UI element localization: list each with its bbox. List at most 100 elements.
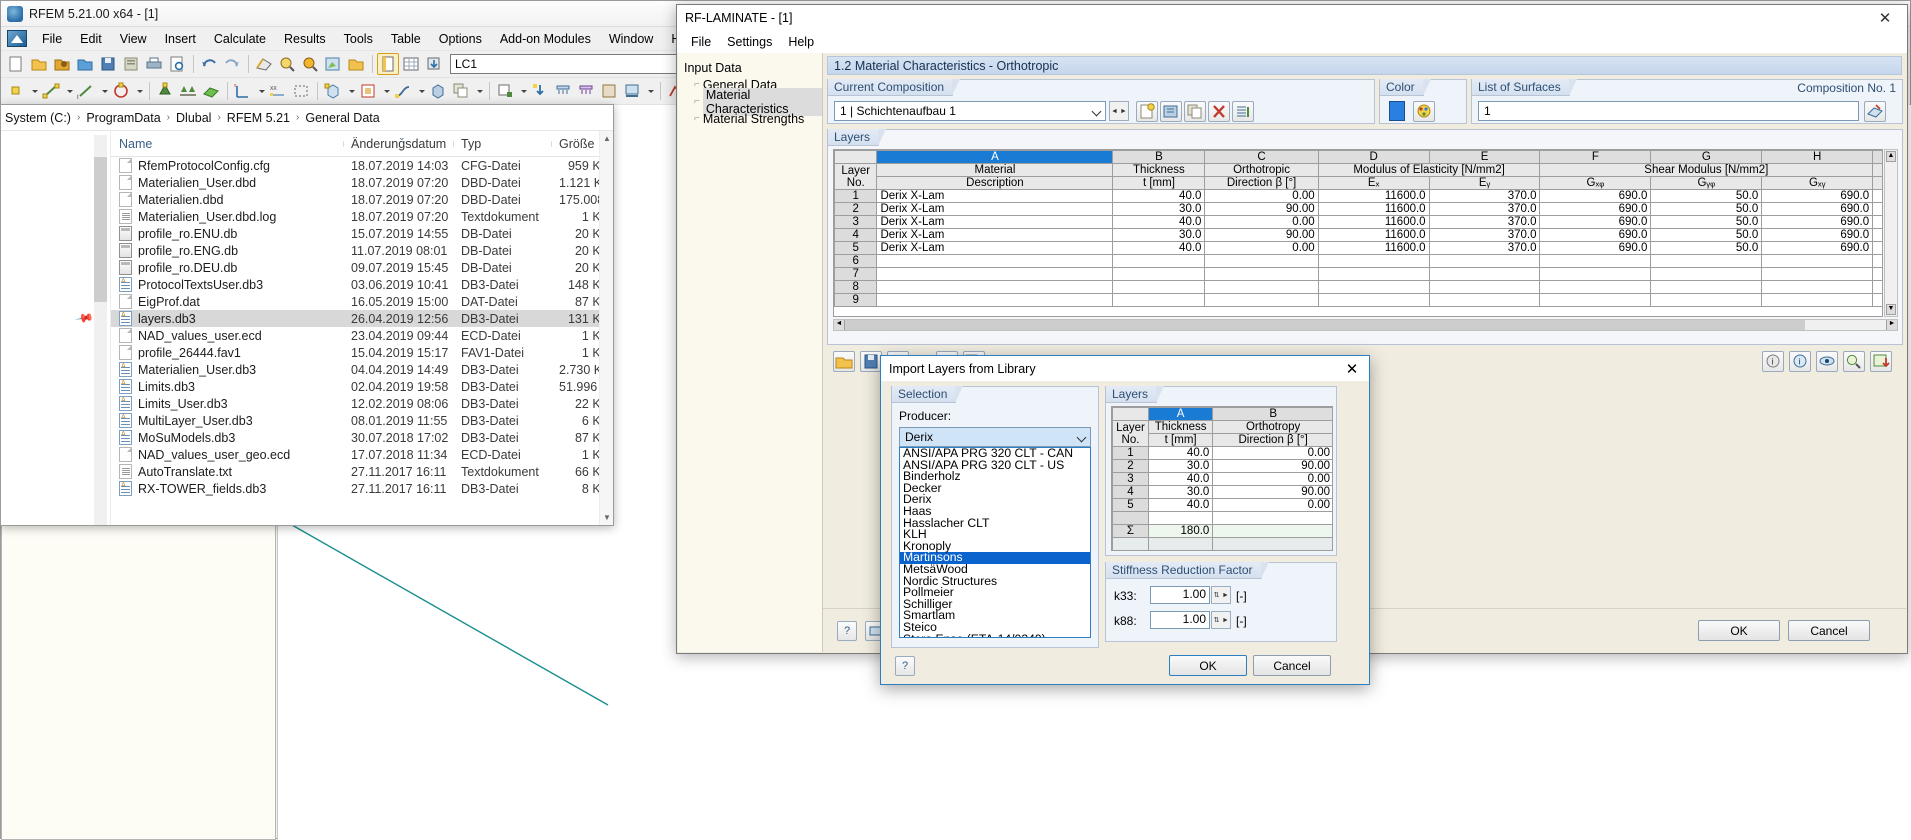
column-letter-b[interactable]: B [1213,408,1333,421]
menu-edit[interactable]: Edit [71,29,111,49]
cell-gxz[interactable] [1540,281,1651,294]
cell-thickness[interactable]: 40.0 [1148,473,1212,486]
column-header-date[interactable]: ⌄ Änderungsdatum [343,137,453,151]
open-recent-icon[interactable] [74,53,96,75]
line-load-icon[interactable] [575,80,597,102]
cell-nuxy[interactable] [1873,229,1883,242]
k33-input[interactable]: 1.00 [1150,586,1210,604]
cell-beta[interactable]: 90.00 [1205,229,1318,242]
cell-material[interactable] [877,294,1113,307]
table-row[interactable]: Materialien.dbd18.07.2019 07:20DBD-Datei… [111,191,613,208]
cell-beta[interactable]: 0.00 [1205,190,1318,203]
cell-beta[interactable] [1205,268,1318,281]
table-row[interactable]: profile_26444.fav115.04.2019 15:17FAV1-D… [111,344,613,361]
table-row[interactable]: Limits_User.db312.02.2019 08:06DB3-Datei… [111,395,613,412]
cell-ex[interactable]: 11600.0 [1318,216,1429,229]
copy-composition-icon[interactable] [1184,101,1206,122]
cell-ex[interactable] [1318,294,1429,307]
row-number[interactable]: 1 [835,190,877,203]
cell-gxy[interactable] [1762,281,1873,294]
table-row[interactable]: EigProf.dat16.05.2019 15:00DAT-Datei87 K… [111,293,613,310]
explorer-file-list[interactable]: Name ⌄ Änderungsdatum Typ Größe RfemProt… [111,131,613,525]
lam-menu-settings[interactable]: Settings [719,33,780,51]
info-icon[interactable]: i [1762,351,1784,372]
scroll-down-icon[interactable]: ▼ [1886,304,1896,315]
zoom-table-icon[interactable] [1843,351,1865,372]
menu-view[interactable]: View [111,29,156,49]
row-number[interactable]: 2 [835,203,877,216]
table-row[interactable]: 1Derix X-Lam40.00.0011600.0370.0690.050.… [835,190,1884,203]
nodal-load-icon[interactable] [529,80,551,102]
cell-nuxy[interactable] [1873,203,1883,216]
cell-ey[interactable]: 370.0 [1429,229,1540,242]
cell-nuxy[interactable] [1873,190,1883,203]
cell-nuxy[interactable] [1873,268,1883,281]
delete-composition-icon[interactable] [1208,101,1230,122]
menu-addon-modules[interactable]: Add-on Modules [491,29,600,49]
table-row[interactable]: 7 [835,268,1884,281]
row-number[interactable]: 3 [835,216,877,229]
cell-ex[interactable] [1318,255,1429,268]
row-number[interactable]: 9 [835,294,877,307]
cell-thickness[interactable] [1148,512,1212,525]
cell-material[interactable]: Derix X-Lam [877,216,1113,229]
cell-beta[interactable] [1205,294,1318,307]
redo-icon[interactable] [221,53,243,75]
import-layers-table-viewport[interactable]: ABLayerNo.ThicknessOrthotropyt [mm]Direc… [1111,406,1333,551]
cell-t[interactable] [1113,255,1205,268]
menu-options[interactable]: Options [430,29,491,49]
scroll-up-icon[interactable]: ▲ [1886,151,1896,162]
cell-gyz[interactable] [1651,268,1762,281]
cell-ey[interactable]: 370.0 [1429,216,1540,229]
open-example-icon[interactable] [51,53,73,75]
table-row[interactable]: Materialien_User.dbd.log18.07.2019 07:20… [111,208,613,225]
k88-input[interactable]: 1.00 [1150,611,1210,629]
table-row[interactable]: 5Derix X-Lam40.00.0011600.0370.0690.050.… [835,242,1884,255]
cell-gxy[interactable]: 690.0 [1762,242,1873,255]
menu-tools[interactable]: Tools [335,29,382,49]
cell-t[interactable]: 40.0 [1113,216,1205,229]
row-number[interactable]: 4 [1113,486,1149,499]
spin-more-icon[interactable]: ► [1221,612,1230,628]
zoom-region-icon[interactable] [299,53,321,75]
new-composition-icon[interactable] [1136,101,1158,122]
column-letter-a[interactable]: A [1148,408,1212,421]
surface-support-icon[interactable] [200,80,222,102]
node-numbering-icon[interactable]: XX [267,80,289,102]
cell-orthotropy[interactable]: 0.00 [1213,473,1333,486]
cell-gxy[interactable]: 690.0 [1762,190,1873,203]
cell-gyz[interactable] [1651,294,1762,307]
copy-object-icon[interactable] [450,80,472,102]
opening-icon[interactable] [357,80,379,102]
load-case-new-icon[interactable] [494,80,516,102]
cell-gyz[interactable]: 50.0 [1651,229,1762,242]
layers-hscrollbar[interactable]: ◄ ► [833,319,1898,331]
k33-spinner[interactable]: ⇅ ► [1211,586,1231,604]
row-number[interactable]: 8 [835,281,877,294]
cell-nuxy[interactable] [1873,294,1883,307]
breadcrumb-item-1[interactable]: ProgramData [86,111,160,125]
tree-material-characteristics[interactable]: ⌐ Material Characteristics [684,93,822,110]
cell-gyz[interactable] [1651,281,1762,294]
new-file-icon[interactable] [5,53,27,75]
cell-gxy[interactable] [1762,268,1873,281]
table-row[interactable]: Limits.db302.04.2019 19:58DB3-Datei51.99… [111,378,613,395]
table-row[interactable]: 3Derix X-Lam40.00.0011600.0370.0690.050.… [835,216,1884,229]
cell-beta[interactable] [1205,255,1318,268]
column-letter-e[interactable]: E [1429,151,1540,164]
cell-orthotropy[interactable]: 0.00 [1213,499,1333,512]
column-header-type[interactable]: Typ [453,137,551,151]
table-row[interactable]: 140.00.00 [1113,447,1334,460]
cell-gxz[interactable]: 690.0 [1540,216,1651,229]
open-file-icon[interactable] [28,53,50,75]
column-letter-b[interactable]: B [1113,151,1205,164]
copy-dropdown-icon[interactable] [473,80,484,102]
import-ok-button[interactable]: OK [1169,655,1247,676]
cell-orthotropy[interactable]: 90.00 [1213,460,1333,473]
cell-ey[interactable] [1429,281,1540,294]
breadcrumb-item-3[interactable]: RFEM 5.21 [227,111,290,125]
cell-nuxy[interactable] [1873,255,1883,268]
save-icon[interactable] [97,53,119,75]
cell-thickness[interactable]: 30.0 [1148,460,1212,473]
table-row[interactable]: layers.db326.04.2019 12:56DB3-Datei131 K… [111,310,613,327]
